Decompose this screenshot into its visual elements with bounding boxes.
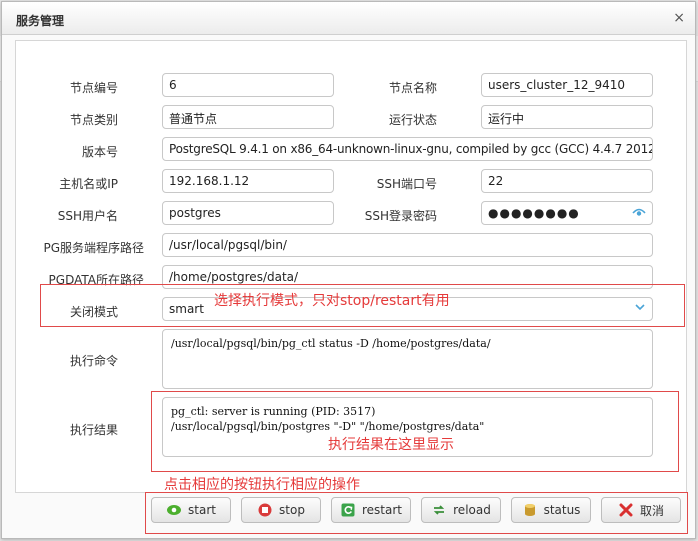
ssh-password-label: SSH登录密码 [364, 209, 437, 223]
stop-icon [257, 502, 273, 518]
chevron-down-icon[interactable] [633, 300, 647, 317]
stop-button[interactable]: stop [241, 497, 321, 523]
database-icon [522, 502, 538, 518]
command-label: 执行命令 [69, 354, 118, 368]
result-annotation: 执行结果在这里显示 [328, 437, 454, 453]
result-label: 执行结果 [69, 423, 118, 437]
form-panel: 节点编号 6 节点名称 users_cluster_12_9410 节点类别 普… [15, 40, 687, 493]
start-button-label: start [188, 503, 216, 517]
cancel-button[interactable]: 取消 [601, 497, 681, 523]
cancel-button-label: 取消 [639, 503, 664, 518]
dialog-titlebar: 服务管理 × [2, 2, 695, 35]
status-button-label: status [543, 503, 581, 517]
shutdown-mode-value: smart [169, 302, 204, 316]
button-annotation: 点击相应的按钮执行相应的操作 [164, 477, 360, 493]
pg-bin-label: PG服务端程序路径 [43, 241, 144, 255]
run-status-field[interactable]: 运行中 [481, 105, 653, 129]
mode-annotation: 选择执行模式，只对stop/restart有用 [214, 293, 450, 309]
close-icon[interactable]: × [673, 11, 685, 25]
stop-button-label: stop [279, 503, 305, 517]
start-button[interactable]: start [151, 497, 231, 523]
node-name-field[interactable]: users_cluster_12_9410 [481, 73, 653, 97]
ssh-user-label: SSH用户名 [57, 209, 118, 223]
status-button[interactable]: status [511, 497, 591, 523]
ssh-port-field[interactable]: 22 [481, 169, 653, 193]
version-label: 版本号 [81, 145, 118, 159]
pg-bin-field[interactable]: /usr/local/pgsql/bin/ [162, 233, 653, 257]
service-dialog: 服务管理 × 节点编号 6 节点名称 users_cluster_12_9410… [1, 1, 696, 539]
pgdata-label: PGDATA所在路径 [48, 273, 144, 287]
host-label: 主机名或IP [59, 177, 118, 191]
password-mask: ●●●●●●●● [488, 206, 580, 220]
node-type-label: 节点类别 [69, 113, 118, 127]
dialog-title: 服务管理 [16, 14, 65, 28]
restart-icon [340, 502, 356, 518]
cancel-x-icon [618, 502, 634, 518]
start-icon [166, 502, 182, 518]
version-field[interactable]: PostgreSQL 9.4.1 on x86_64-unknown-linux… [162, 137, 653, 161]
ssh-port-label: SSH端口号 [376, 177, 437, 191]
action-bar: start stop restart reload status 取消 [146, 493, 689, 533]
shutdown-mode-label: 关闭模式 [69, 305, 118, 319]
node-no-label: 节点编号 [69, 81, 118, 95]
reload-icon [431, 502, 447, 518]
restart-button-label: restart [361, 503, 402, 517]
pgdata-field[interactable]: /home/postgres/data/ [162, 265, 653, 289]
node-name-label: 节点名称 [388, 81, 437, 95]
command-textarea[interactable]: /usr/local/pgsql/bin/pg_ctl status -D /h… [162, 329, 653, 389]
run-status-label: 运行状态 [388, 113, 437, 127]
restart-button[interactable]: restart [331, 497, 411, 523]
reload-button-label: reload [453, 503, 491, 517]
ssh-password-field[interactable]: ●●●●●●●● [481, 201, 653, 225]
reload-button[interactable]: reload [421, 497, 501, 523]
eye-icon[interactable] [632, 205, 646, 222]
